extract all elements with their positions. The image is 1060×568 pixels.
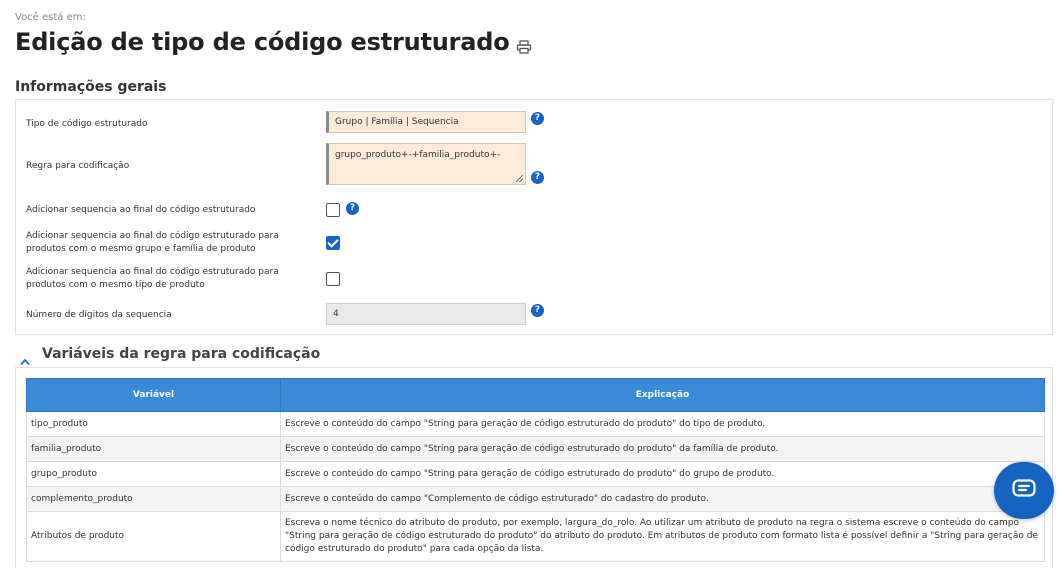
digitos-input[interactable]: 4: [326, 303, 526, 325]
explanation-cell: Escreva o nome técnico do atributo do pr…: [280, 511, 1045, 562]
chat-icon: [1012, 478, 1036, 503]
page-title: Edição de tipo de código estruturado: [15, 28, 510, 56]
table-row: Atributos de produto Escreva o nome técn…: [26, 511, 1045, 562]
page: Você está em: Edição de tipo de código e…: [0, 0, 1060, 568]
breadcrumb: Você está em:: [15, 12, 86, 23]
seq-final-label: Adicionar sequencia ao final do código e…: [26, 205, 256, 215]
regra-value: grupo_produto+-+familia_produto+-: [335, 150, 501, 160]
chevron-up-icon[interactable]: [20, 351, 30, 366]
column-header-variavel[interactable]: Variável: [26, 378, 281, 412]
chat-button[interactable]: [994, 462, 1054, 519]
print-icon[interactable]: [516, 39, 532, 54]
explanation-cell: Escreve o conteúdo do campo "Complemento…: [280, 486, 1045, 512]
general-section-title: Informações gerais: [15, 79, 167, 95]
table-row: tipo_produto Escreve o conteúdo do campo…: [26, 411, 1045, 437]
variable-cell: grupo_produto: [26, 461, 281, 487]
table-row: familia_produto Escreve o conteúdo do ca…: [26, 436, 1045, 462]
explanation-cell: Escreve o conteúdo do campo "String para…: [280, 436, 1045, 462]
title-row: Edição de tipo de código estruturado: [15, 28, 532, 56]
variables-table: Variável Explicação tipo_produto Escreve…: [26, 378, 1045, 562]
seq-final-checkbox[interactable]: [326, 203, 340, 217]
help-icon[interactable]: ?: [531, 112, 544, 125]
variables-section-title: Variáveis da regra para codificação: [42, 346, 321, 362]
table-row: complemento_produto Escreve o conteúdo d…: [26, 486, 1045, 512]
general-info-panel: Tipo de código estruturado Grupo | Famíl…: [15, 99, 1053, 335]
digitos-label: Número de dígitos da sequencia: [26, 310, 172, 320]
variable-cell: complemento_produto: [26, 486, 281, 512]
regra-label: Regra para codificação: [26, 161, 130, 171]
variable-cell: tipo_produto: [26, 411, 281, 437]
tipo-label: Tipo de código estruturado: [26, 119, 148, 129]
help-icon[interactable]: ?: [531, 304, 544, 317]
seq-grupo-label: Adicionar sequencia ao final do código e…: [26, 231, 279, 254]
tipo-input[interactable]: Grupo | Família | Sequencia: [326, 111, 526, 133]
explanation-cell: Escreve o conteúdo do campo "String para…: [280, 411, 1045, 437]
variable-cell: familia_produto: [26, 436, 281, 462]
help-icon[interactable]: ?: [346, 202, 359, 215]
column-header-explicacao[interactable]: Explicação: [280, 378, 1045, 412]
resize-grip[interactable]: [516, 175, 523, 182]
seq-grupo-checkbox[interactable]: [326, 236, 340, 250]
variables-table-wrapper: Variável Explicação tipo_produto Escreve…: [15, 367, 1053, 568]
help-icon[interactable]: ?: [531, 171, 544, 184]
explanation-cell: Escreve o conteúdo do campo "String para…: [280, 461, 1045, 487]
seq-tipo-checkbox[interactable]: [326, 272, 340, 286]
variables-section-header[interactable]: Variáveis da regra para codificação: [20, 346, 321, 366]
seq-tipo-label: Adicionar sequencia ao final do código e…: [26, 267, 279, 290]
regra-textarea[interactable]: grupo_produto+-+familia_produto+-: [326, 143, 526, 185]
table-row: grupo_produto Escreve o conteúdo do camp…: [26, 461, 1045, 487]
variable-cell: Atributos de produto: [26, 511, 281, 562]
